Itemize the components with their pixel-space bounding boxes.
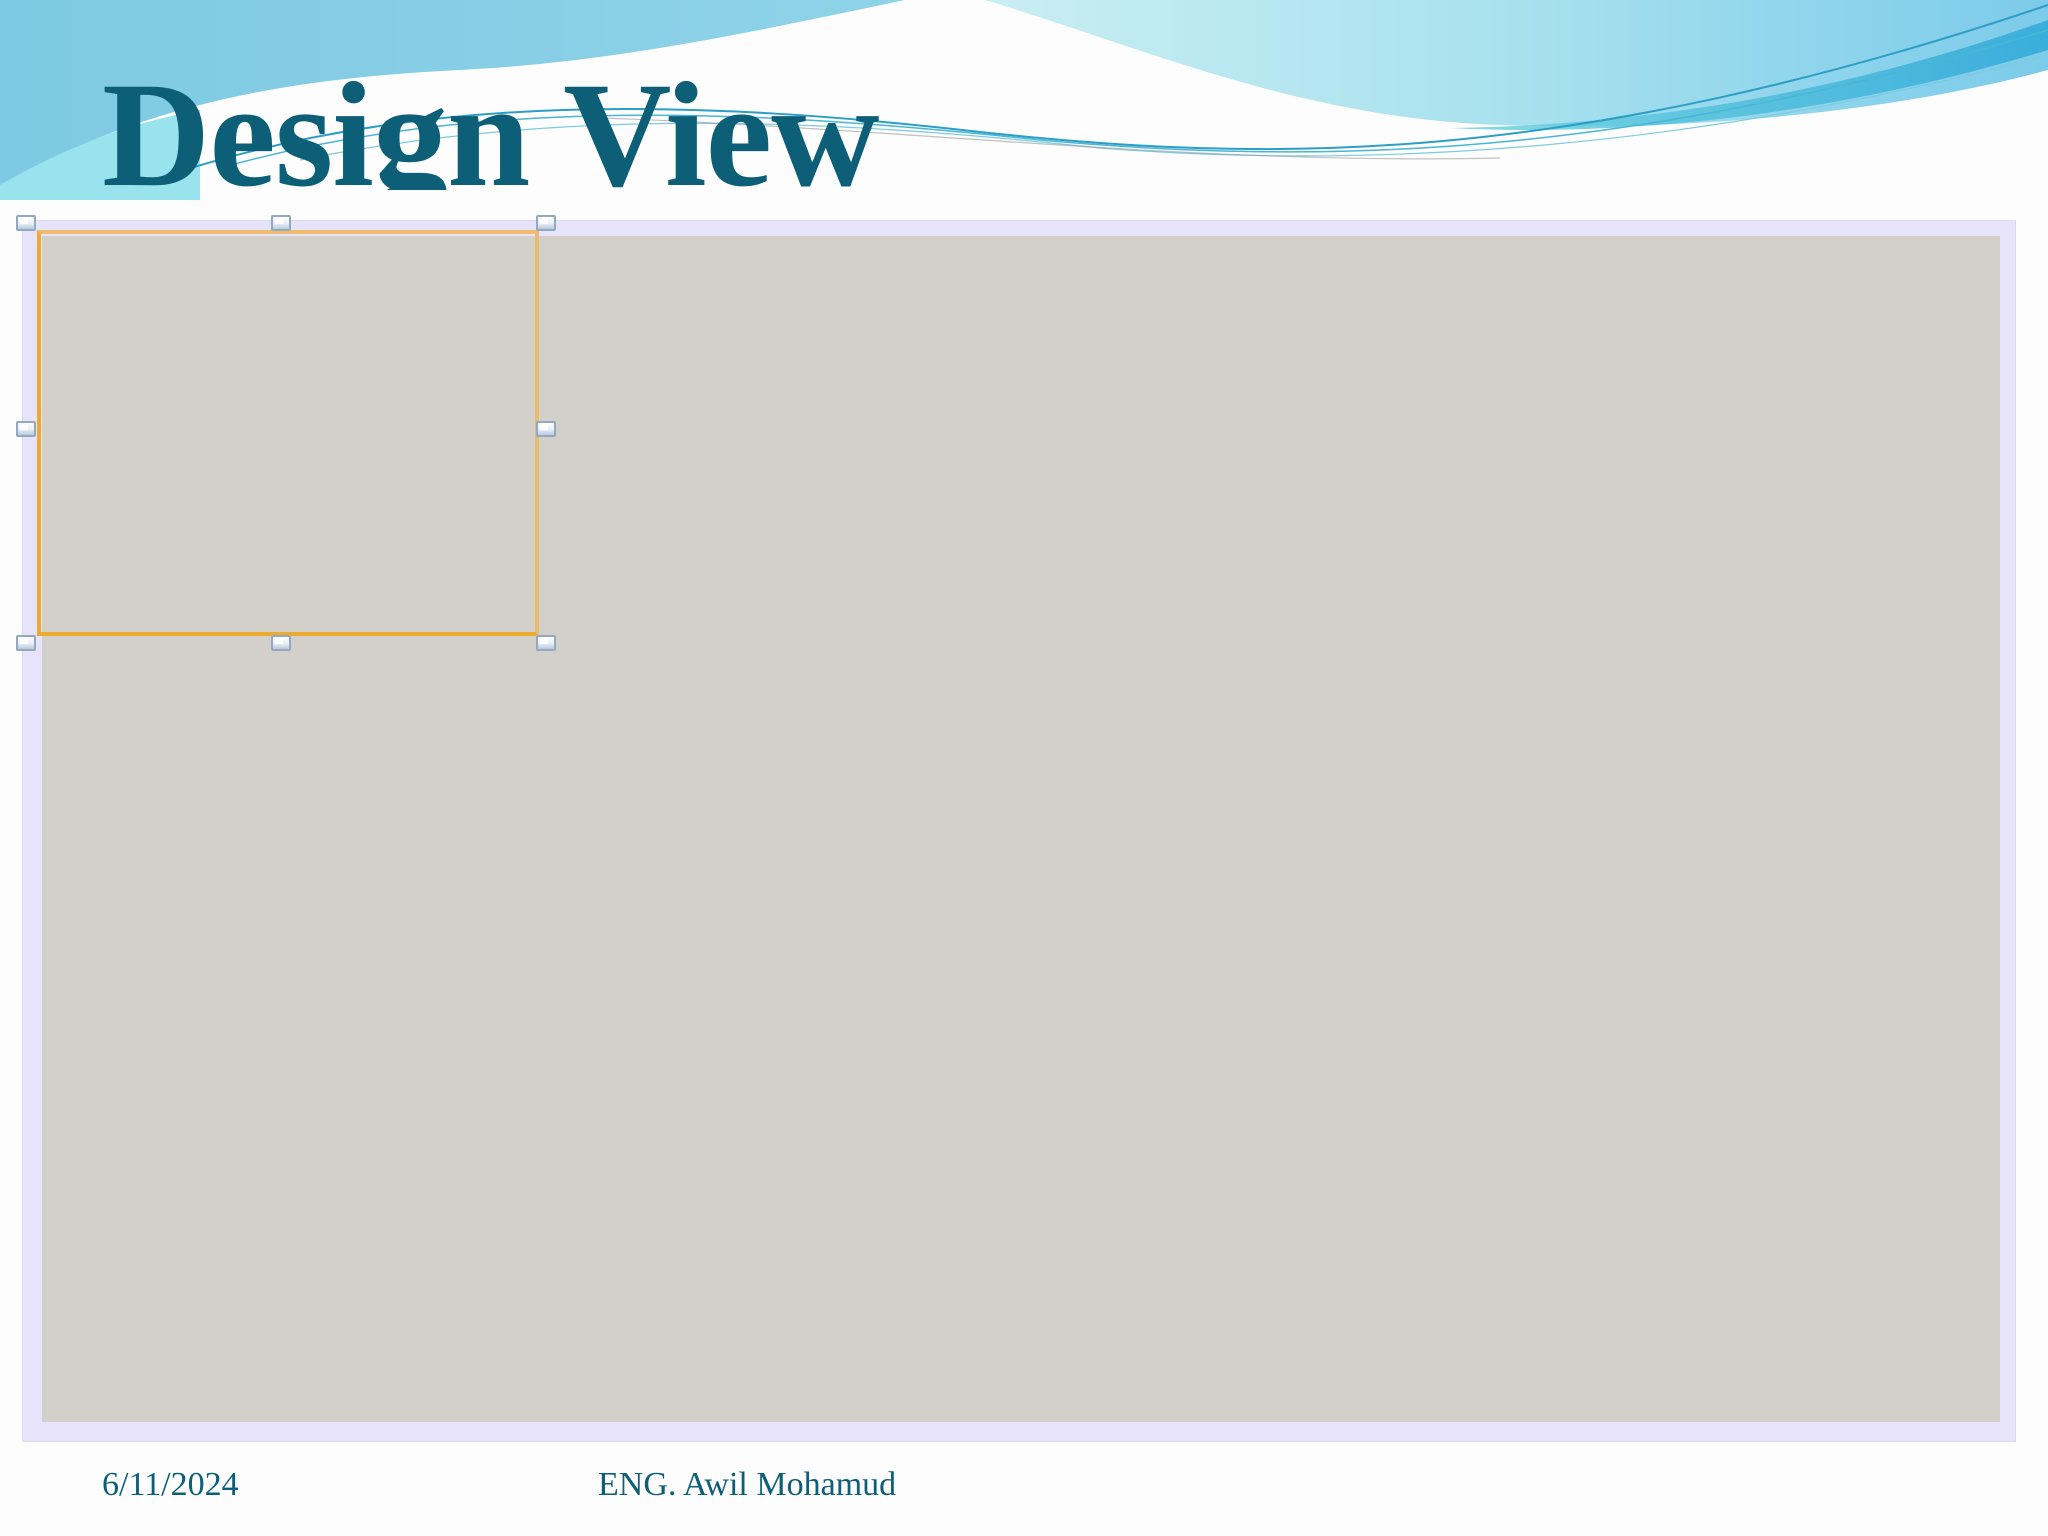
- resize-handle-icon[interactable]: [536, 635, 556, 651]
- footer-date: 6/11/2024: [102, 1466, 239, 1503]
- slide: Design View 6/11/2024 ENG. Awil Mohamud: [0, 0, 2048, 1536]
- resize-handle-icon[interactable]: [271, 215, 291, 231]
- resize-handle-icon[interactable]: [536, 215, 556, 231]
- footer-author: ENG. Awil Mohamud: [598, 1466, 897, 1503]
- resize-handle-icon[interactable]: [16, 635, 36, 651]
- resize-handle-icon[interactable]: [271, 635, 291, 651]
- slide-title: Design View: [102, 60, 879, 190]
- resize-handle-icon[interactable]: [16, 215, 36, 231]
- resize-handle-icon[interactable]: [16, 421, 36, 437]
- selected-control[interactable]: [37, 230, 539, 636]
- resize-handle-icon[interactable]: [536, 421, 556, 437]
